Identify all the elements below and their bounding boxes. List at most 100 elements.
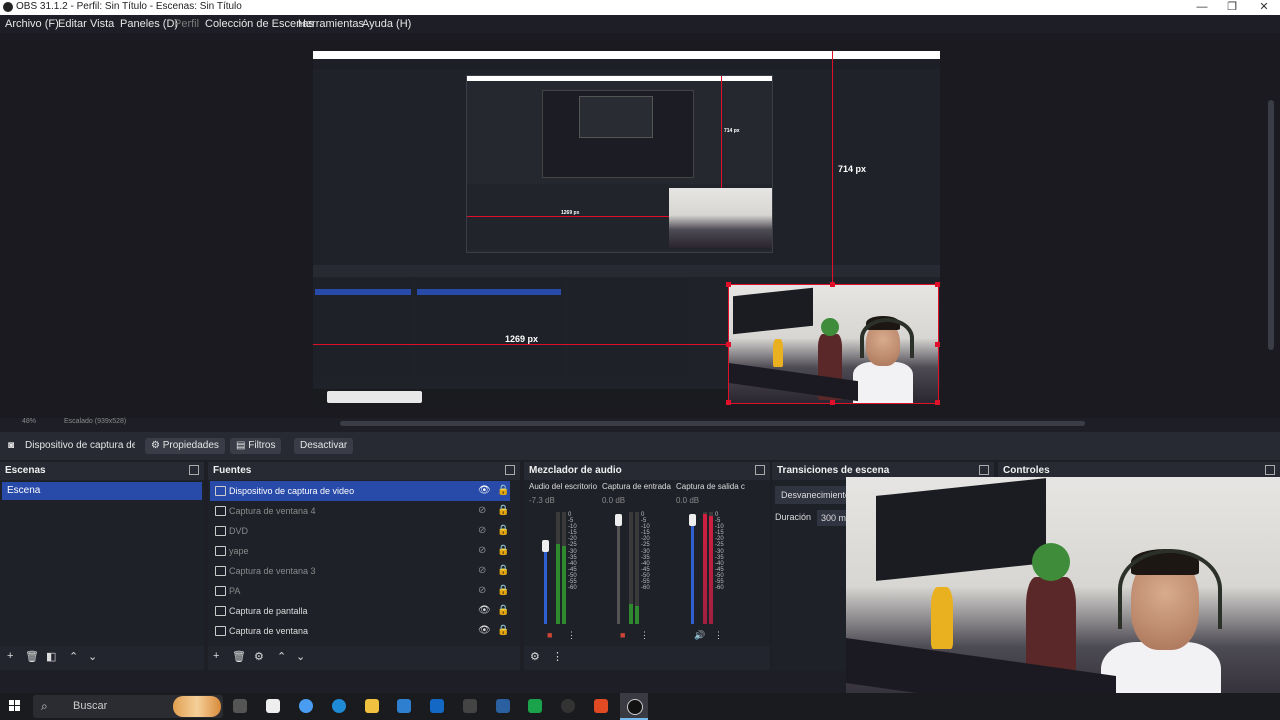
remove-scene-button[interactable]: 🗑 <box>25 650 39 663</box>
file-explorer-icon[interactable] <box>365 699 379 713</box>
source-row[interactable]: Captura de pantalla 👁 🔒 <box>210 601 510 621</box>
properties-button[interactable]: ⚙ Propiedades <box>145 438 225 454</box>
scene-item[interactable]: Escena <box>2 482 202 500</box>
eye-hidden-icon[interactable]: ⊘ <box>478 501 486 521</box>
eye-icon[interactable]: 👁 <box>478 481 491 501</box>
app-icon[interactable] <box>528 699 542 713</box>
move-up-icon[interactable]: ⌃ <box>277 650 286 663</box>
source-row[interactable]: yape ⊘ 🔒 <box>210 541 510 561</box>
steam-icon[interactable] <box>496 699 510 713</box>
windows-start-icon[interactable] <box>9 700 21 712</box>
eye-hidden-icon[interactable]: ⊘ <box>478 561 486 581</box>
preview-horizontal-scrollbar[interactable] <box>340 421 1085 426</box>
zoom-level[interactable]: 48% <box>22 418 36 425</box>
resize-handle-b[interactable] <box>830 400 835 405</box>
deactivate-button[interactable]: Desactivar <box>294 438 354 454</box>
move-down-icon[interactable]: ⌄ <box>296 650 305 663</box>
channel-menu-icon[interactable]: ⋮ <box>567 630 576 641</box>
remove-source-button[interactable]: 🗑 <box>232 650 246 663</box>
float-icon[interactable] <box>979 465 989 475</box>
source-properties-button[interactable]: ⚙ <box>254 650 264 663</box>
audio-channel-output: Captura de salida c 0.0 dB 0 -5 -10 -15 -20-… <box>676 482 745 641</box>
menu-editar[interactable]: Editar <box>58 18 87 30</box>
scene-filters-button[interactable]: ◧ <box>46 650 56 663</box>
preview-canvas[interactable]: 714 px 1269 px 714 px 1269 px <box>313 51 940 405</box>
speaker-icon[interactable]: 🔊 <box>694 630 705 641</box>
lock-icon[interactable]: 🔒 <box>497 621 509 641</box>
source-row[interactable]: Captura de ventana 4 ⊘ 🔒 <box>210 501 510 521</box>
eye-icon[interactable]: 👁 <box>478 601 491 621</box>
float-icon[interactable] <box>755 465 765 475</box>
menu-perfil[interactable]: Perfil <box>174 18 199 30</box>
scale-mode[interactable]: Escalado (939x528) <box>64 418 126 425</box>
minimize-button[interactable]: — <box>1190 0 1214 15</box>
outlook-icon[interactable] <box>430 699 444 713</box>
menu-herramientas[interactable]: Herramientas <box>298 18 364 30</box>
lock-icon[interactable]: 🔒 <box>497 601 509 621</box>
task-view-icon[interactable] <box>233 699 247 713</box>
store-icon[interactable] <box>397 699 411 713</box>
lock-icon[interactable]: 🔒 <box>497 481 509 501</box>
channel-menu-icon[interactable]: ⋮ <box>640 630 649 641</box>
resize-handle-tl[interactable] <box>726 282 731 287</box>
preview-vertical-scrollbar[interactable] <box>1268 100 1274 350</box>
brave-icon[interactable] <box>594 699 608 713</box>
mute-icon[interactable]: ■ <box>547 630 552 640</box>
filters-button[interactable]: ▤ Filtros <box>230 438 282 454</box>
move-down-icon[interactable]: ⌄ <box>88 650 97 663</box>
scenes-dock: Escenas Escena + 🗑 ◧ ⌃ ⌄ <box>0 462 204 670</box>
eye-hidden-icon[interactable]: ⊘ <box>478 541 486 561</box>
resize-handle-tr[interactable] <box>935 282 940 287</box>
source-row[interactable]: DVD ⊘ 🔒 <box>210 521 510 541</box>
close-button[interactable]: ✕ <box>1252 0 1276 15</box>
menu-vista[interactable]: Vista <box>90 18 114 30</box>
volume-knob[interactable] <box>542 540 549 552</box>
obs-taskbar-button[interactable] <box>620 693 648 720</box>
volume-knob[interactable] <box>689 514 696 526</box>
menu-ayuda[interactable]: Ayuda (H) <box>362 18 411 30</box>
volume-slider[interactable] <box>617 518 620 624</box>
mixer-settings-icon[interactable]: ⚙ <box>530 650 540 663</box>
resize-handle-t[interactable] <box>830 282 835 287</box>
lock-icon[interactable]: 🔒 <box>497 581 509 601</box>
mute-icon[interactable]: ■ <box>620 630 625 640</box>
eye-hidden-icon[interactable]: ⊘ <box>478 521 486 541</box>
copilot-icon[interactable] <box>299 699 313 713</box>
eye-icon[interactable]: 👁 <box>478 621 491 641</box>
nested-measure-vertical: 714 px <box>724 128 740 134</box>
source-row[interactable]: Captura de ventana 3 ⊘ 🔒 <box>210 561 510 581</box>
app-icon[interactable] <box>561 699 575 713</box>
source-row[interactable]: Captura de ventana 👁 🔒 <box>210 621 510 641</box>
resize-handle-br[interactable] <box>935 400 940 405</box>
volume-slider[interactable] <box>691 518 694 624</box>
lock-icon[interactable]: 🔒 <box>497 561 509 581</box>
move-up-icon[interactable]: ⌃ <box>69 650 78 663</box>
channel-menu-icon[interactable]: ⋮ <box>714 630 723 641</box>
float-icon[interactable] <box>1265 465 1275 475</box>
menu-archivo[interactable]: Archivo (F) <box>5 18 59 30</box>
edge-icon[interactable] <box>332 699 346 713</box>
add-source-button[interactable]: + <box>213 650 219 662</box>
volume-slider[interactable] <box>544 542 547 624</box>
mixer-menu-icon[interactable]: ⋮ <box>552 650 563 663</box>
resize-handle-r[interactable] <box>935 342 940 347</box>
resize-handle-bl[interactable] <box>726 400 731 405</box>
terminal-icon[interactable] <box>463 699 477 713</box>
source-row[interactable]: Dispositivo de captura de video 👁 🔒 <box>210 481 510 501</box>
float-icon[interactable] <box>189 465 199 475</box>
float-icon[interactable] <box>505 465 515 475</box>
lock-icon[interactable]: 🔒 <box>497 501 509 521</box>
notepad-icon[interactable] <box>266 699 280 713</box>
nested-preview-window: 714 px 1269 px <box>466 75 773 253</box>
maximize-button[interactable]: ❐ <box>1220 0 1244 15</box>
lock-icon[interactable]: 🔒 <box>497 521 509 541</box>
resize-handle-l[interactable] <box>726 342 731 347</box>
menu-paneles[interactable]: Paneles (D) <box>120 18 178 30</box>
source-row[interactable]: PA ⊘ 🔒 <box>210 581 510 601</box>
taskbar-search[interactable]: ⌕ Buscar <box>33 695 223 718</box>
eye-hidden-icon[interactable]: ⊘ <box>478 581 486 601</box>
add-scene-button[interactable]: + <box>7 650 13 662</box>
lock-icon[interactable]: 🔒 <box>497 541 509 561</box>
transition-select[interactable]: Desvanecimiento <box>775 486 850 504</box>
volume-knob[interactable] <box>615 514 622 526</box>
